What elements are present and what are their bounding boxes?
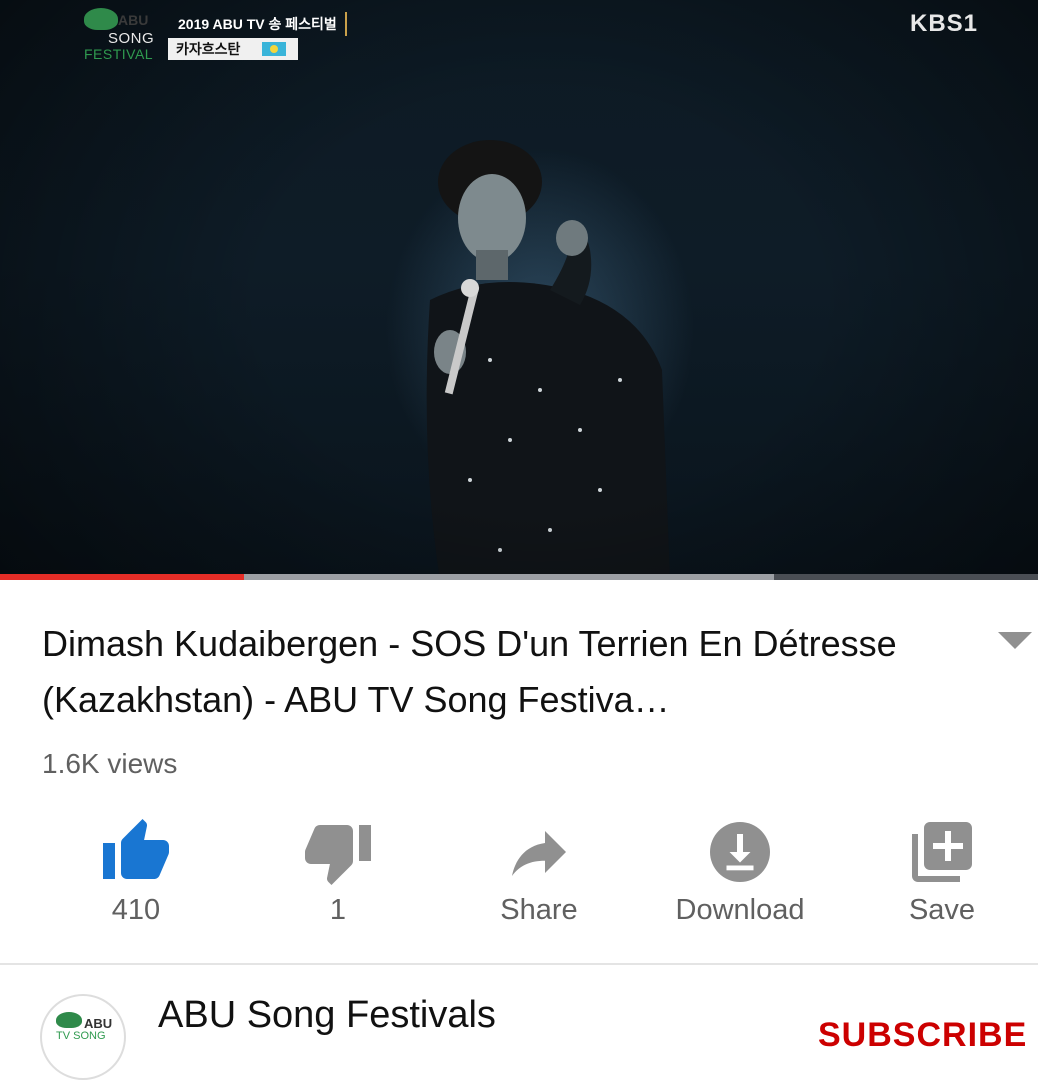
channel-avatar[interactable]: ABU TV SONG [40,994,126,1080]
thumbs-down-icon [305,825,371,885]
progress-played [0,574,244,580]
like-button[interactable]: 410 [36,808,236,938]
share-button[interactable]: Share [439,808,639,938]
tree-icon [84,8,118,30]
abu-song-festival-overlay-logo: ABU SONG FESTIVAL [82,6,162,62]
download-icon [710,822,770,882]
kazakhstan-flag-icon [262,42,286,56]
channel-name[interactable]: ABU Song Festivals [158,994,496,1037]
video-progress-bar[interactable] [0,574,1038,580]
save-button[interactable]: Save [842,808,1038,938]
subscribe-button[interactable]: SUBSCRIBE [818,1016,1027,1055]
like-count: 410 [111,894,161,926]
dislike-button[interactable]: 1 [238,808,438,938]
dislike-count: 1 [329,894,347,926]
player-vignette [0,0,1038,580]
thumbs-up-icon [103,819,169,879]
broadcaster-watermark: KBS1 [910,10,979,37]
save-label: Save [908,894,976,926]
playlist-add-icon [912,822,972,882]
share-arrow-icon [512,831,566,876]
avatar-abu-text: ABU [84,1016,113,1031]
avatar-tvsong-text: TV SONG [56,1030,106,1042]
expand-description-icon[interactable] [998,632,1032,649]
section-divider [0,963,1038,965]
broadcast-caption: 2019 ABU TV 송 페스티벌 [170,12,347,36]
action-bar: 410 1 Share Download Save [0,808,1038,938]
tree-icon [56,1012,82,1028]
video-player[interactable]: ABU SONG FESTIVAL 2019 ABU TV 송 페스티벌 카자흐… [0,0,1038,580]
overlay-logo-abu: ABU [118,12,149,28]
overlay-logo-festival: FESTIVAL [84,46,154,62]
download-button[interactable]: Download [640,808,840,938]
view-count: 1.6K views [42,748,178,779]
share-label: Share [500,894,578,926]
overlay-logo-song: SONG [108,30,155,47]
video-title[interactable]: Dimash Kudaibergen - SOS D'un Terrien En… [42,616,962,728]
download-label: Download [675,894,805,926]
